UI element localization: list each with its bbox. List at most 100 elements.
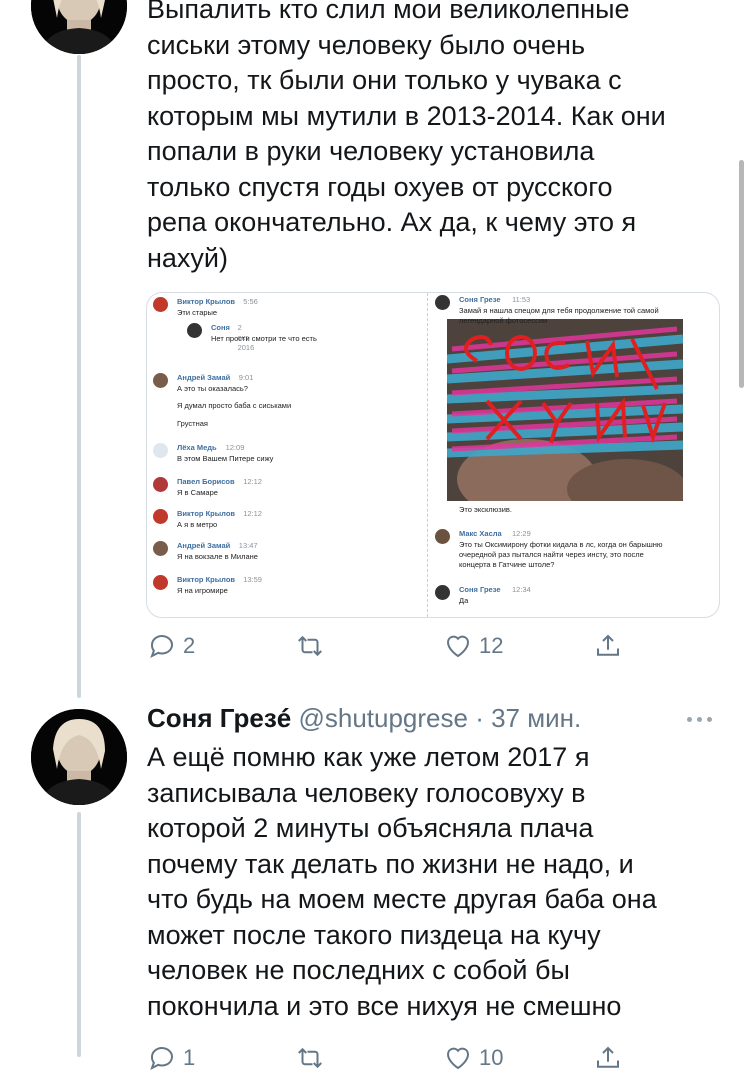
tweet-text-line: человек не последних с собой бы — [147, 955, 570, 985]
tweet-text-line: которым мы мутили в 2013-2014. Как они — [147, 100, 666, 131]
avatar[interactable] — [31, 709, 127, 805]
chat-pane-left: Виктор Крылов 5:56 Эти старые Соня 2 окт 201… — [147, 293, 425, 617]
chat-time: 12:12 — [243, 509, 262, 518]
tweet-text-line: только спустя годы охуев от русского — [147, 171, 613, 202]
reply-button[interactable]: 2 — [147, 631, 195, 661]
reply-count: 1 — [183, 1045, 196, 1070]
chat-sender: Соня Грезе — [459, 295, 501, 304]
chat-time: 12:29 — [512, 529, 531, 538]
tweet-text-line: которой 2 минуты объясняла плача — [147, 813, 594, 843]
author-name[interactable]: Соня Грезé — [147, 703, 291, 733]
share-button[interactable] — [593, 631, 623, 661]
avatar[interactable] — [31, 0, 127, 54]
chat-time: 9:01 — [238, 373, 254, 382]
scrollbar[interactable] — [739, 160, 744, 388]
tweet-text-line: что будь на моем месте другая баба она — [147, 884, 657, 914]
retweet-icon — [298, 1047, 322, 1069]
tweet-time[interactable]: · 37 мин. — [475, 703, 581, 733]
chat-text: легендарной фотосессии — [459, 316, 548, 325]
chat-sender: Виктор Крылов — [177, 575, 236, 584]
chat-text: Я думал просто баба с сиськами — [177, 401, 292, 410]
chat-text: А это ты оказалась? — [177, 384, 248, 393]
chat-sender: Виктор Крылов — [177, 297, 236, 306]
share-icon — [597, 634, 619, 656]
tweet-text: А ещё помню как уже летом 2017 я записыв… — [147, 740, 732, 1024]
tweet-actions: 2 12 — [147, 631, 707, 671]
chat-text: концерта в Гатчине штоле? — [459, 560, 555, 569]
tweet-text-line: попали в руки человеку установила — [147, 136, 595, 166]
chat-time: 12:09 — [225, 443, 245, 452]
tweet-text-line: А ещё помню как уже летом 2017 я — [147, 742, 590, 772]
share-button[interactable] — [593, 1043, 623, 1073]
chat-text: Да — [459, 596, 469, 605]
tweet-media-image[interactable]: Виктор Крылов 5:56 Эти старые Соня 2 окт 201… — [146, 292, 720, 618]
chat-text: Нет прости смотри те что есть — [211, 334, 317, 343]
retweet-button[interactable] — [295, 631, 331, 661]
tweet-text-line: покончила и это все нихуя не смешно — [147, 990, 622, 1021]
chat-avatar — [435, 295, 450, 310]
tweet-text-line: нахуй) — [147, 242, 228, 273]
retweet-button[interactable] — [295, 1043, 325, 1073]
more-icon[interactable] — [687, 717, 712, 722]
tweet-header: Соня Грезé @shutupgrese · 37 мин. — [147, 703, 727, 734]
tweet-actions: 1 10 — [147, 1043, 707, 1083]
chat-avatar — [153, 373, 168, 388]
chat-sender: Макс Хасла — [459, 529, 502, 538]
tweet-text-line: сиськи этому человеку было очень — [147, 29, 586, 60]
chat-text: Это эксклюзив. — [459, 505, 513, 514]
chat-avatar — [187, 323, 202, 338]
like-icon — [446, 635, 470, 658]
like-count: 10 — [479, 1045, 504, 1070]
like-icon — [446, 1047, 470, 1070]
chat-time: 11:53 — [512, 295, 531, 304]
chat-pane-right: Соня Грезе 11:53 Замай я нашла спецом для … — [425, 293, 719, 617]
like-button[interactable]: 10 — [443, 1043, 503, 1073]
chat-text: Грустная — [177, 419, 208, 428]
chat-text: Это ты Оксимирону фотки кидала в лс, ког… — [459, 540, 663, 549]
chat-avatar — [153, 297, 168, 312]
chat-avatar — [153, 575, 168, 590]
reply-button[interactable]: 1 — [147, 1043, 195, 1073]
retweet-icon — [298, 635, 322, 657]
chat-text: Замай я нашла спецом для тебя продолжени… — [459, 306, 659, 315]
chat-text: Эти старые — [177, 308, 218, 317]
chat-avatar — [435, 529, 450, 544]
reply-icon — [150, 1047, 173, 1071]
scribble-overlay — [447, 319, 683, 501]
chat-text: Я в Самаре — [177, 488, 218, 497]
chat-avatar — [435, 585, 450, 600]
avatar-photo — [31, 709, 127, 805]
chat-time: 12:12 — [243, 477, 262, 486]
chat-time: 13:59 — [243, 575, 262, 584]
tweet-text-line: Выпалить кто слил мои великолепные — [147, 0, 630, 24]
chat-avatar — [153, 509, 168, 524]
tweet-text-line: просто, тк были они только у чувака с — [147, 65, 622, 95]
tweet-text-line: может после такого пиздеца на кучу — [147, 919, 601, 950]
tweet-text: Выпалить кто слил мои великолепные сиськ… — [147, 0, 732, 276]
chat-text: А я в метро — [177, 520, 218, 529]
chat-sender: Андрей Замай — [177, 541, 231, 550]
tweet-text-line: почему так делать по жизни не надо, и — [147, 848, 634, 879]
share-icon — [597, 1046, 619, 1068]
scribbled-photo — [447, 319, 683, 501]
chat-text: Я на вокзале в Милане — [177, 552, 258, 561]
author-handle[interactable]: @shutupgrese — [298, 703, 468, 733]
chat-text: Я на игромире — [177, 586, 228, 595]
chat-avatar — [153, 443, 168, 458]
chat-time: 12:34 — [512, 585, 531, 594]
chat-sender: Павел Борисов — [177, 477, 235, 486]
reply-icon — [150, 635, 173, 659]
like-count: 12 — [479, 633, 504, 658]
chat-avatar — [153, 541, 168, 556]
chat-time: 13:47 — [238, 541, 258, 550]
chat-text: В этом Вашем Питере сижу — [177, 454, 274, 463]
reply-count: 2 — [183, 633, 196, 658]
chat-sender: Лёха Медь — [177, 443, 217, 452]
chat-avatar — [153, 477, 168, 492]
like-button[interactable]: 12 — [443, 631, 503, 661]
thread-line-top — [77, 55, 81, 698]
chat-sender: Соня — [211, 323, 230, 332]
chat-sender: Андрей Замай — [177, 373, 231, 382]
tweet-text-line: репа окончательно. Ах да, к чему это я — [147, 207, 637, 237]
avatar-photo — [31, 0, 127, 54]
